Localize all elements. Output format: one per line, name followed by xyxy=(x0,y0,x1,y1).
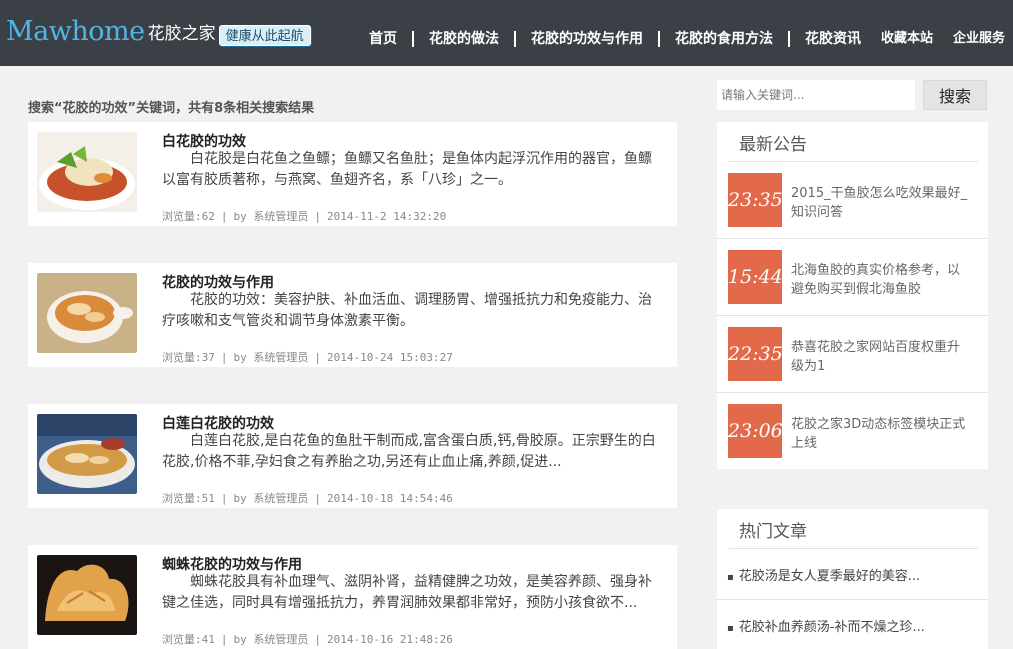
article-title[interactable]: 蜘蛛花胶的功效与作用 xyxy=(162,554,302,574)
meta-separator: | xyxy=(314,633,321,646)
article-author: by 系统管理员 xyxy=(233,210,309,223)
hot-article-title[interactable]: 花胶补血养颜汤-补而不燥之珍... xyxy=(727,616,925,635)
nav-eating-methods[interactable]: 花胶的食用方法 xyxy=(675,26,773,52)
article-author: by 系统管理员 xyxy=(233,492,309,505)
logo-text-en: Mawhome xyxy=(6,16,145,47)
view-count: 浏览量:37 xyxy=(162,351,215,364)
article-title[interactable]: 花胶的功效与作用 xyxy=(162,272,274,292)
meta-separator: | xyxy=(314,210,321,223)
notice-time: 23:06 xyxy=(728,404,783,458)
notice-time: 23:35 xyxy=(728,173,783,227)
notice-item[interactable]: 23:06 花胶之家3D动态标签模块正式上线 xyxy=(717,393,988,470)
meta-separator: | xyxy=(220,633,228,646)
notice-item[interactable]: 23:35 2015_干鱼胶怎么吃效果最好_知识问答 xyxy=(717,162,988,239)
nav-benefits[interactable]: 花胶的功效与作用 xyxy=(531,26,643,52)
article-date: 2014-10-16 21:48:26 xyxy=(327,633,453,646)
article-date: 2014-10-24 15:03:27 xyxy=(327,351,453,364)
article-thumbnail[interactable] xyxy=(37,414,137,494)
nav-divider xyxy=(787,31,790,47)
site-logo[interactable]: Mawhome 花胶之家 健康从此起航 xyxy=(6,14,311,54)
nav-news[interactable]: 花胶资讯 xyxy=(805,26,861,52)
notice-time: 15:44 xyxy=(728,250,783,304)
article-meta: 浏览量:41 | by 系统管理员 | 2014-10-16 21:48:26 xyxy=(162,631,453,647)
notice-title[interactable]: 北海鱼胶的真实价格参考，以避免购买到假北海鱼胶 xyxy=(791,261,971,299)
hot-article-item[interactable]: 花胶汤是女人夏季最好的美容... xyxy=(717,549,988,600)
article-excerpt: 白莲白花胶,是白花鱼的鱼肚干制而成,富含蛋白质,钙,骨胶原。正宗野生的白花胶,价… xyxy=(162,433,656,470)
meta-separator: | xyxy=(220,351,228,364)
meta-separator: | xyxy=(314,492,321,505)
nav-home[interactable]: 首页 xyxy=(369,26,397,52)
notice-title[interactable]: 花胶之家3D动态标签模块正式上线 xyxy=(791,415,971,453)
article-title[interactable]: 白花胶的功效 xyxy=(162,131,246,151)
hot-articles-panel: 热门文章 花胶汤是女人夏季最好的美容... 花胶补血养颜汤-补而不燥之珍... xyxy=(717,509,988,649)
search-button[interactable]: 搜索 xyxy=(923,80,987,110)
site-header: Mawhome 花胶之家 健康从此起航 首页 花胶的做法 花胶的功效与作用 花胶… xyxy=(0,0,1013,66)
panel-title: 最新公告 xyxy=(739,135,807,155)
article-thumbnail[interactable] xyxy=(37,555,137,635)
nav-recipes[interactable]: 花胶的做法 xyxy=(429,26,499,52)
meta-separator: | xyxy=(314,351,321,364)
article-date: 2014-10-18 14:54:46 xyxy=(327,492,453,505)
article-card[interactable]: 白莲白花胶的功效 白莲白花胶,是白花鱼的鱼肚干制而成,富含蛋白质,钙,骨胶原。正… xyxy=(28,404,677,508)
notice-item[interactable]: 22:35 恭喜花胶之家网站百度权重升级为1 xyxy=(717,316,988,393)
main-nav: 首页 花胶的做法 花胶的功效与作用 花胶的食用方法 花胶资讯 收藏本站 企业服务 xyxy=(369,26,1013,52)
slogan-badge: 健康从此起航 xyxy=(218,25,311,46)
bookmark-link[interactable]: 收藏本站 xyxy=(881,26,933,52)
view-count: 浏览量:62 xyxy=(162,210,215,223)
hot-article-item[interactable]: 花胶补血养颜汤-补而不燥之珍... xyxy=(717,600,988,649)
enterprise-link[interactable]: 企业服务 xyxy=(953,26,1005,52)
notice-title[interactable]: 2015_干鱼胶怎么吃效果最好_知识问答 xyxy=(791,184,971,222)
article-excerpt: 蜘蛛花胶具有补血理气、滋阴补肾，益精健脾之功效，是美容养颜、强身补键之佳选，同时… xyxy=(162,574,652,611)
meta-separator: | xyxy=(220,492,228,505)
meta-separator: | xyxy=(220,210,228,223)
notice-title[interactable]: 恭喜花胶之家网站百度权重升级为1 xyxy=(791,338,971,376)
article-thumbnail[interactable] xyxy=(37,132,137,212)
view-count: 浏览量:51 xyxy=(162,492,215,505)
view-count: 浏览量:41 xyxy=(162,633,215,646)
search-input[interactable] xyxy=(717,80,915,110)
article-excerpt: 白花胶是白花鱼之鱼鳔；鱼鳔又名鱼肚；是鱼体内起浮沉作用的器官，鱼鳔以富有胶质著称… xyxy=(162,151,652,188)
article-author: by 系统管理员 xyxy=(233,633,309,646)
article-card[interactable]: 花胶的功效与作用 花胶的功效：美容护肤、补血活血、调理肠胃、增强抵抗力和免疫能力… xyxy=(28,263,677,367)
article-card[interactable]: 蜘蛛花胶的功效与作用 蜘蛛花胶具有补血理气、滋阴补肾，益精健脾之功效，是美容养颜… xyxy=(28,545,677,649)
article-meta: 浏览量:62 | by 系统管理员 | 2014-11-2 14:32:20 xyxy=(162,208,446,224)
article-meta: 浏览量:37 | by 系统管理员 | 2014-10-24 15:03:27 xyxy=(162,349,453,365)
notice-item[interactable]: 15:44 北海鱼胶的真实价格参考，以避免购买到假北海鱼胶 xyxy=(717,239,988,316)
nav-divider xyxy=(657,31,660,47)
latest-notices-panel: 最新公告 23:35 2015_干鱼胶怎么吃效果最好_知识问答 15:44 北海… xyxy=(717,122,988,469)
hot-article-title[interactable]: 花胶汤是女人夏季最好的美容... xyxy=(727,565,920,584)
article-date: 2014-11-2 14:32:20 xyxy=(327,210,447,223)
nav-divider xyxy=(513,31,516,47)
article-card[interactable]: 白花胶的功效 白花胶是白花鱼之鱼鳔；鱼鳔又名鱼肚；是鱼体内起浮沉作用的器官，鱼鳔… xyxy=(28,122,677,226)
search-summary: 搜索“花胶的功效”关键词，共有8条相关搜索结果 xyxy=(28,101,315,116)
article-thumbnail[interactable] xyxy=(37,273,137,353)
notice-time: 22:35 xyxy=(728,327,783,381)
panel-title: 热门文章 xyxy=(739,522,807,542)
article-author: by 系统管理员 xyxy=(233,351,309,364)
logo-text-cn: 花胶之家 xyxy=(147,24,216,44)
nav-divider xyxy=(411,31,414,47)
article-meta: 浏览量:51 | by 系统管理员 | 2014-10-18 14:54:46 xyxy=(162,490,453,506)
article-excerpt: 花胶的功效：美容护肤、补血活血、调理肠胃、增强抵抗力和免疫能力、治疗咳嗽和支气管… xyxy=(162,292,652,329)
article-title[interactable]: 白莲白花胶的功效 xyxy=(162,413,274,433)
